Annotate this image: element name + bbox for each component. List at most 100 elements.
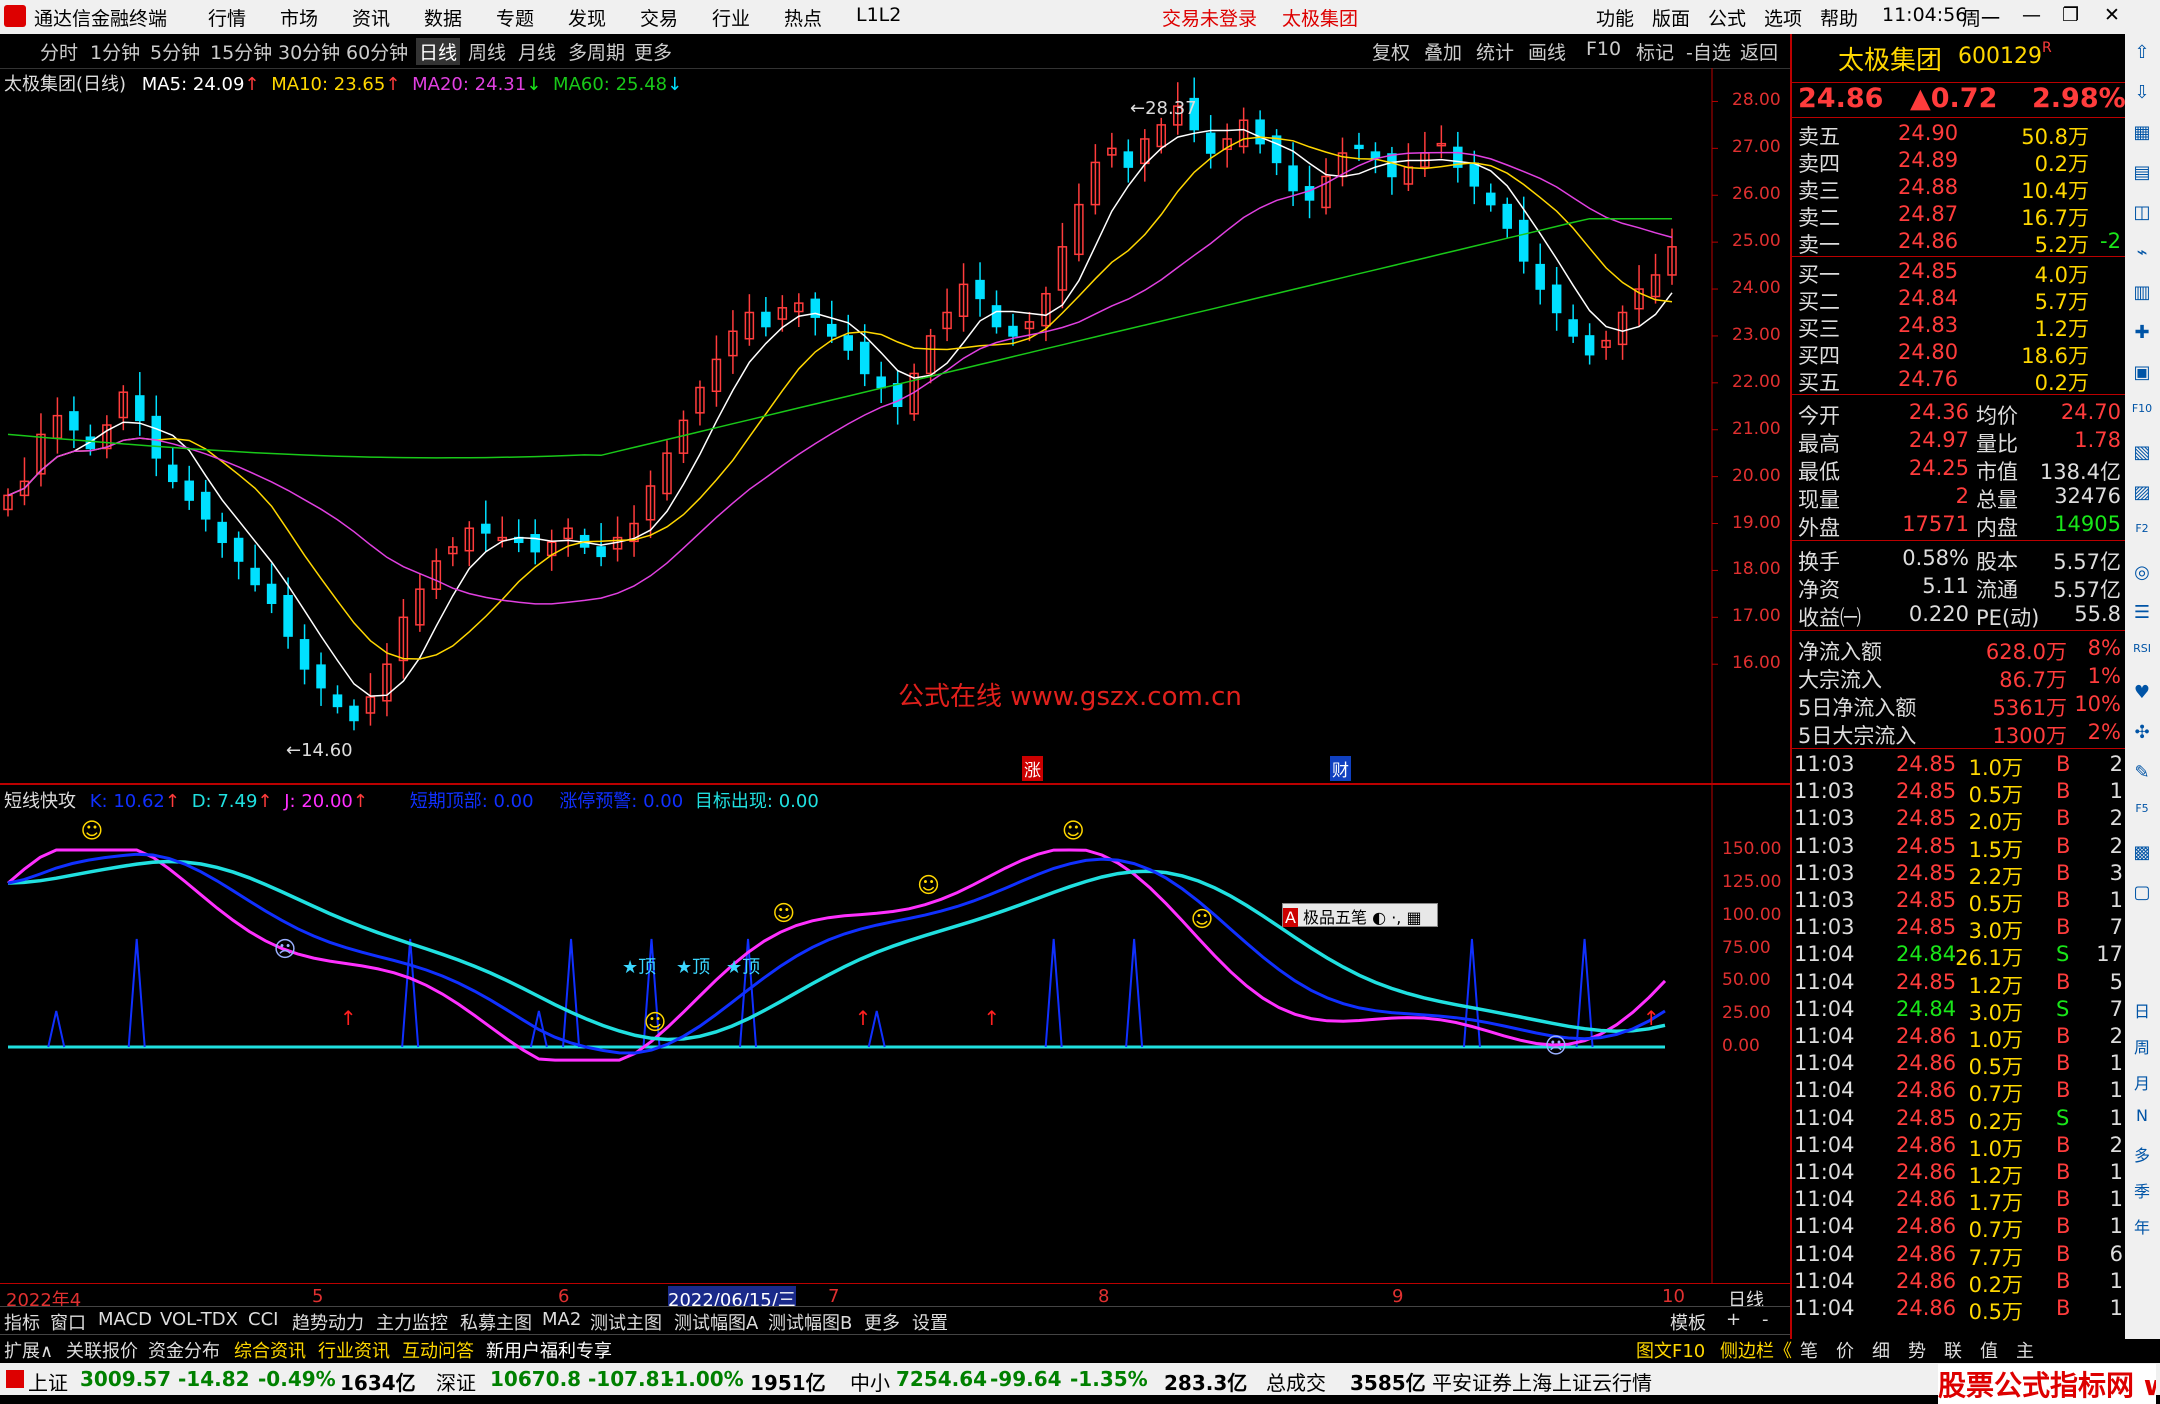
tab-chuangkou[interactable]: 窗口 [50,1309,86,1335]
zx-label[interactable]: 中小 [850,1367,890,1396]
menu-item-hangqing[interactable]: 行情 [208,4,246,31]
add-button[interactable]: + [1726,1309,1741,1330]
link-hudong[interactable]: 互动问答 [402,1337,474,1363]
tab-30min[interactable]: 30分钟 [278,38,340,65]
tab-fenshi[interactable]: 分时 [40,38,78,65]
side-month[interactable]: 月 [2129,1070,2155,1094]
tab-cci[interactable]: CCI [248,1309,278,1330]
close-icon[interactable]: ✕ [2104,4,2120,26]
sidebar-toggle[interactable]: 侧边栏《 [1720,1337,1792,1363]
side-tool-icon[interactable]: F2 [2129,522,2155,546]
tab-macd[interactable]: MACD [98,1309,152,1330]
menu-item-xuanxiang[interactable]: 选项 [1764,4,1802,31]
tab-zhibiao[interactable]: 指标 [4,1309,40,1335]
link-zijin[interactable]: 资金分布 [148,1337,220,1363]
side-tool-icon[interactable]: ▢ [2129,882,2155,906]
menu-item-redian[interactable]: 热点 [784,4,822,31]
tab-bi[interactable]: 笔 [1800,1337,1818,1363]
tick-list[interactable]: 11:03 24.85 1.0万 B 2 11:03 24.85 0.5万 B 1 11:03 24.… [1792,750,2127,1340]
trade-status[interactable]: 交易未登录 [1162,4,1257,31]
sz-label[interactable]: 深证 [436,1367,476,1396]
side-tool-icon[interactable]: ◎ [2129,562,2155,586]
menu-item-faxian[interactable]: 发现 [568,4,606,31]
tab-15min[interactable]: 15分钟 [210,38,272,65]
menu-item-zhuanti[interactable]: 专题 [496,4,534,31]
ime-toolbar[interactable]: A 极品五笔 ◐ ·, ▦ [1282,903,1438,927]
menu-item-jiaoyi[interactable]: 交易 [640,4,678,31]
indicator-svg[interactable]: ☺ ☺ ☺ ☺ ☺ ☺ ☹ ☹ ↑ ↑ ↑ ↑ [0,785,1790,1285]
tool-fuquan[interactable]: 复权 [1372,38,1410,65]
side-year[interactable]: 年 [2129,1214,2155,1238]
tab-monthly[interactable]: 月线 [518,38,556,65]
menu-item-bangzhu[interactable]: 帮助 [1820,4,1858,31]
side-tool-icon[interactable]: ▥ [2129,282,2155,306]
link-guanlian[interactable]: 关联报价 [66,1337,138,1363]
menu-item-shuju[interactable]: 数据 [424,4,462,31]
indicator-chart[interactable]: ☺ ☺ ☺ ☺ ☺ ☺ ☹ ☹ ↑ ↑ ↑ ↑ 短线快攻 K: 10.62↑ D: 7.49↑ J: … [0,785,1790,1285]
tab-simu[interactable]: 私募主图 [460,1309,532,1335]
side-tool-icon[interactable]: ▣ [2129,362,2155,386]
main-kline-chart[interactable]: 太极集团(日线) MA5: 24.09↑ MA10: 23.65↑ MA20: … [0,68,1790,785]
side-tool-icon[interactable]: ▧ [2129,442,2155,466]
menu-item-shichang[interactable]: 市场 [280,4,318,31]
side-day[interactable]: 日 [2129,998,2155,1022]
tab-qushi[interactable]: 趋势动力 [292,1309,364,1335]
tab-60min[interactable]: 60分钟 [346,38,408,65]
link-f10[interactable]: 图文F10 [1636,1337,1705,1363]
side-tool-icon[interactable]: F10 [2129,402,2155,426]
tab-lian[interactable]: 联 [1944,1337,1962,1363]
side-tool-icon[interactable]: ⇧ [2129,42,2155,66]
tab-jia[interactable]: 价 [1836,1337,1854,1363]
tab-more[interactable]: 更多 [634,38,672,65]
tab-1min[interactable]: 1分钟 [90,38,140,65]
tool-tongji[interactable]: 统计 [1476,38,1514,65]
menu-item-l1l2[interactable]: L1L2 [856,4,901,26]
side-tool-icon[interactable]: ◫ [2129,202,2155,226]
zhang-marker[interactable]: 涨 [1022,756,1043,781]
tool-huaxian[interactable]: 画线 [1528,38,1566,65]
sh-label[interactable]: 上证 [28,1367,68,1396]
tab-weekly[interactable]: 周线 [468,38,506,65]
tab-test-b[interactable]: 测试幅图B [768,1309,852,1335]
tab-zhi[interactable]: 值 [1980,1337,1998,1363]
menu-item-banmian[interactable]: 版面 [1652,4,1690,31]
kline-svg[interactable] [0,68,1790,783]
side-tool-icon[interactable]: ✎ [2129,762,2155,786]
tool-fanhui[interactable]: 返回 [1740,38,1778,65]
tab-settings[interactable]: 设置 [912,1309,948,1335]
template-button[interactable]: 模板 [1670,1309,1706,1335]
expand-button[interactable]: 扩展∧ [4,1337,53,1363]
tool-biaoji[interactable]: 标记 [1636,38,1674,65]
link-zonghe[interactable]: 综合资讯 [234,1337,306,1363]
side-multi[interactable]: 多 [2129,1142,2155,1166]
side-tool-icon[interactable]: RSI [2129,642,2155,666]
cai-marker[interactable]: 财 [1330,756,1351,781]
side-tool-icon[interactable]: ✚ [2129,322,2155,346]
tab-ma2[interactable]: MA2 [542,1309,581,1330]
side-n[interactable]: N [2129,1106,2155,1130]
tab-zhuli[interactable]: 主力监控 [376,1309,448,1335]
side-quarter[interactable]: 季 [2129,1178,2155,1202]
link-newuser[interactable]: 新用户福利专享 [486,1337,612,1363]
remove-button[interactable]: - [1762,1309,1769,1330]
side-tool-icon[interactable]: ▦ [2129,122,2155,146]
restore-icon[interactable]: ❐ [2062,4,2079,26]
tab-xi[interactable]: 细 [1872,1337,1890,1363]
link-hangye[interactable]: 行业资讯 [318,1337,390,1363]
minimize-icon[interactable]: — [2022,4,2041,26]
tool-zixuan[interactable]: -自选 [1686,38,1731,65]
tool-f10[interactable]: F10 [1586,38,1621,60]
tab-multi[interactable]: 多周期 [568,38,625,65]
side-tool-icon[interactable]: ♥ [2129,682,2155,706]
tab-5min[interactable]: 5分钟 [150,38,200,65]
side-tool-icon[interactable]: ☰ [2129,602,2155,626]
menu-item-zixun[interactable]: 资讯 [352,4,390,31]
side-week[interactable]: 周 [2129,1034,2155,1058]
tool-diejia[interactable]: 叠加 [1424,38,1462,65]
menu-item-gongshi[interactable]: 公式 [1708,4,1746,31]
tab-zhu[interactable]: 主 [2016,1337,2034,1363]
menu-item-hangye[interactable]: 行业 [712,4,750,31]
tab-shi[interactable]: 势 [1908,1337,1926,1363]
side-tool-icon[interactable]: ▩ [2129,842,2155,866]
side-tool-icon[interactable]: ✣ [2129,722,2155,746]
